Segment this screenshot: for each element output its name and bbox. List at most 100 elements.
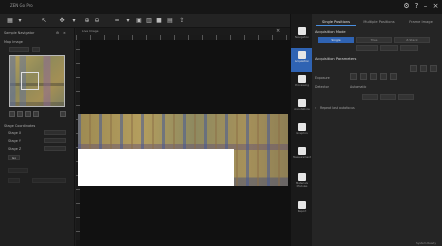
panel-header: Sample Navigator (4, 31, 35, 35)
properties-panel: Single Positions Multiple Positions Fram… (312, 14, 442, 246)
tab-live-image[interactable]: Live Image (82, 29, 98, 33)
report-icon (298, 201, 306, 209)
main-toolbar: ▦ ▾ ↖ ✥ ▾ ⊕ ⊖ ═ ▾ ▣ ▥ ■ ▤ ⇪ (0, 14, 290, 28)
arrow-icon[interactable]: ↖ (40, 17, 48, 25)
map-button[interactable] (32, 47, 40, 52)
settings-icon[interactable]: ⚙ (56, 31, 59, 35)
stage-y-label: Stage Y (8, 139, 21, 143)
props-tab-bar: Single Positions Multiple Positions Fram… (312, 18, 442, 26)
nav-item-annotations[interactable]: Annotations (291, 96, 313, 120)
stage-x-input[interactable] (44, 130, 66, 135)
param-button-2[interactable] (420, 65, 427, 72)
nav-item-graphics[interactable]: Graphics (291, 120, 313, 144)
nav-item-acquisition[interactable]: Acquisition (291, 48, 313, 72)
exposure-control-2[interactable] (360, 73, 367, 80)
map-selection-box[interactable] (21, 72, 39, 90)
camera-icon (298, 51, 306, 59)
layout-grid-icon[interactable]: ▤ (166, 17, 174, 25)
nav-label: Graphics (296, 132, 308, 135)
mode-single[interactable]: Single (318, 37, 354, 43)
repeat-autofocus-label[interactable]: Repeat last autofocus (320, 106, 355, 110)
stage-x-label: Stage X (8, 131, 22, 135)
exposure-control-4[interactable] (380, 73, 387, 80)
go-button[interactable]: Go (8, 155, 20, 160)
exposure-control-1[interactable] (350, 73, 357, 80)
exposure-control-5[interactable] (390, 73, 397, 80)
detector-field-3[interactable] (398, 94, 414, 100)
nav-label: Report (297, 210, 307, 213)
modules-icon (298, 173, 306, 181)
ruler-icon[interactable]: ═ (113, 17, 121, 25)
detector-field-1[interactable] (362, 94, 378, 100)
mode-z-stack[interactable]: Z-Stack (394, 37, 430, 43)
canvas-status-bar (76, 240, 290, 246)
nav-item-report[interactable]: Report (291, 198, 313, 222)
param-button-3[interactable] (430, 65, 437, 72)
map-expand[interactable] (60, 111, 66, 117)
settings-icon[interactable]: ⚙ (402, 2, 411, 11)
chevron-down-icon[interactable]: ▾ (16, 17, 24, 25)
status-text: System Ready (415, 241, 436, 245)
stage-z-label: Stage Z (8, 147, 22, 151)
close-icon[interactable]: × (276, 28, 280, 34)
mode-option-b[interactable] (380, 45, 398, 51)
sample-navigator-panel: Sample Navigator ⚙ × Map Image Stage Coo… (0, 28, 75, 246)
stage-section-title: Stage Coordinates (4, 124, 36, 128)
tool-column: Navigation Acquisition Processing Annota… (290, 14, 313, 246)
measure-icon (298, 147, 306, 155)
chevron-down-icon[interactable]: ▾ (124, 17, 132, 25)
zoom-in-icon[interactable]: ⊕ (83, 17, 91, 25)
minimize-icon[interactable]: – (421, 2, 430, 11)
horizontal-ruler (76, 35, 290, 40)
acq-mode-title: Acquisition Mode (315, 30, 346, 34)
title-bar: ZEN Go Pro ⚙ ? – × (0, 0, 442, 14)
window-title: ZEN Go Pro (10, 3, 33, 8)
mode-option-c[interactable] (400, 45, 418, 51)
exposure-control-3[interactable] (370, 73, 377, 80)
mode-tiles[interactable]: Tiles (356, 37, 392, 43)
nav-item-processing[interactable]: Processing (291, 72, 313, 96)
detector-value[interactable]: Automatic (350, 85, 366, 89)
layers-icon (298, 27, 306, 35)
export-icon[interactable]: ⇪ (178, 17, 186, 25)
stage-z-input[interactable] (44, 146, 66, 151)
nav-label: Acquisition (294, 60, 310, 63)
nav-label: Navigation (295, 36, 309, 39)
pen-icon (298, 99, 306, 107)
param-button-1[interactable] (410, 65, 417, 72)
map-control-4[interactable] (33, 111, 39, 117)
help-icon[interactable]: ? (412, 2, 421, 11)
nav-item-materials-modules[interactable]: Materials Modules (291, 170, 313, 194)
tab-single-positions[interactable]: Single Positions (316, 18, 356, 26)
detector-field-2[interactable] (380, 94, 396, 100)
chevron-down-icon[interactable]: ▾ (70, 17, 78, 25)
disabled-input (32, 178, 66, 183)
tab-frame-image[interactable]: Frame Image (402, 18, 440, 26)
detector-label: Detector (315, 85, 329, 89)
nav-label: Measurement (293, 156, 311, 159)
layout-active-icon[interactable]: ■ (155, 17, 163, 25)
map-control-3[interactable] (25, 111, 31, 117)
nav-item-measurement[interactable]: Measurement (291, 144, 313, 168)
chevron-right-icon[interactable]: › (315, 106, 316, 110)
close-icon[interactable]: × (431, 2, 440, 11)
tab-multiple-positions[interactable]: Multiple Positions (358, 18, 400, 26)
processing-icon (298, 75, 306, 83)
map-dropdown[interactable] (9, 47, 29, 52)
hand-icon[interactable]: ✥ (58, 17, 66, 25)
layout-icon[interactable]: ▣ (135, 17, 143, 25)
exposure-label: Exposure (315, 76, 330, 80)
nav-item-navigation[interactable]: Navigation (291, 24, 313, 48)
acq-params-title: Acquisition Parameters (315, 57, 357, 61)
layout-split-icon[interactable]: ▥ (145, 17, 153, 25)
stage-y-input[interactable] (44, 138, 66, 143)
disabled-button (8, 178, 20, 183)
close-icon[interactable]: × (63, 31, 66, 35)
mode-option-a[interactable] (356, 45, 378, 51)
zoom-out-icon[interactable]: ⊖ (93, 17, 101, 25)
map-control-1[interactable] (9, 111, 15, 117)
map-control-2[interactable] (17, 111, 23, 117)
nav-label: Annotations (294, 108, 310, 111)
grid-icon[interactable]: ▦ (6, 17, 14, 25)
image-canvas[interactable]: Live Image × (76, 28, 290, 246)
